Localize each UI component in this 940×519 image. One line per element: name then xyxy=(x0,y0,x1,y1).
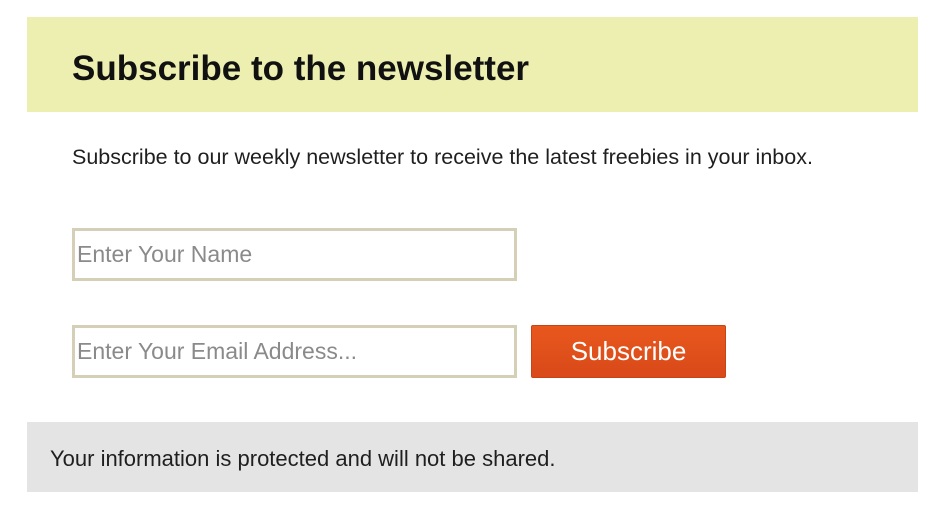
privacy-footer: Your information is protected and will n… xyxy=(27,422,918,492)
newsletter-widget: Subscribe to the newsletter Subscribe to… xyxy=(27,17,918,492)
email-input[interactable] xyxy=(72,325,517,378)
newsletter-description: Subscribe to our weekly newsletter to re… xyxy=(72,145,813,169)
name-input[interactable] xyxy=(72,228,517,281)
privacy-notice: Your information is protected and will n… xyxy=(50,446,556,471)
newsletter-header: Subscribe to the newsletter xyxy=(27,17,918,112)
subscribe-button[interactable]: Subscribe xyxy=(531,325,726,378)
newsletter-title: Subscribe to the newsletter xyxy=(72,49,530,88)
